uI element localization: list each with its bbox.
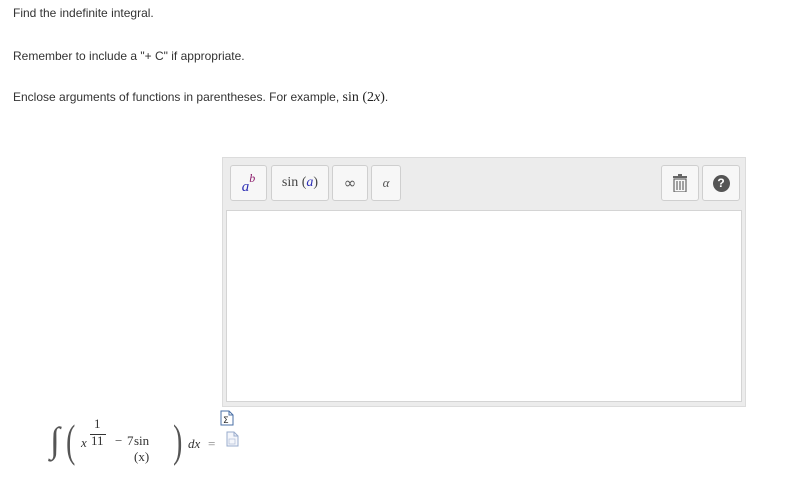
variable-x: x — [81, 435, 87, 450]
instruction-enclose-arguments: Enclose arguments of functions in parent… — [13, 90, 389, 105]
example-math: sin (2x) — [342, 90, 385, 105]
help-icon: ? — [712, 174, 730, 192]
equals-sign: = — [208, 436, 216, 451]
help-button[interactable]: ? — [702, 165, 740, 201]
instruction-include-c: Remember to include a "+ C" if appropria… — [13, 49, 245, 63]
answer-input[interactable] — [226, 210, 742, 402]
sin-term: sin (x) — [134, 433, 150, 464]
greek-alpha-button[interactable]: α — [371, 165, 401, 201]
math-source-icon[interactable]: Σ — [220, 410, 234, 426]
trash-icon — [673, 174, 687, 192]
sin-function-button[interactable]: sin (a) — [271, 165, 329, 201]
coefficient: 7 — [127, 433, 134, 448]
fraction-denominator: 11 — [91, 433, 104, 448]
left-paren: ( — [66, 415, 76, 466]
clear-button[interactable] — [661, 165, 699, 201]
differential: dx — [188, 436, 201, 451]
svg-text:Σ: Σ — [223, 416, 229, 426]
instruction-find-integral: Find the indefinite integral. — [13, 6, 154, 20]
integral-sign: ∫ — [50, 420, 60, 460]
math-preview-icon[interactable] — [226, 431, 239, 447]
alpha-icon: α — [382, 175, 390, 190]
math-editor: ab sin (a) ∞ α ? — [222, 157, 746, 407]
right-paren: ) — [173, 415, 183, 466]
infinity-button[interactable]: ∞ — [332, 165, 368, 201]
minus-sign: − — [115, 433, 123, 448]
superscript-button[interactable]: ab — [230, 165, 267, 201]
instruction-text: Enclose arguments of functions in parent… — [13, 90, 343, 104]
infinity-icon: ∞ — [343, 174, 357, 192]
fraction-numerator: 1 — [94, 416, 101, 431]
